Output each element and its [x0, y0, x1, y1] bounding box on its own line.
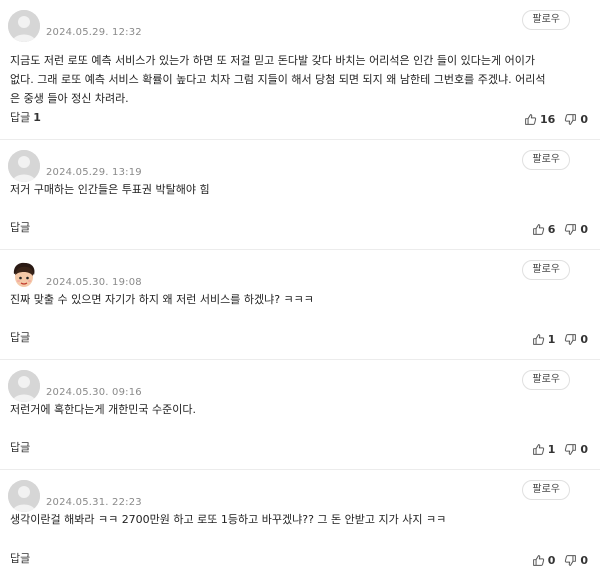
dislike-count: 0 [580, 554, 588, 567]
dislike-count: 0 [580, 113, 588, 126]
like-button[interactable]: 6 [532, 223, 556, 236]
like-button[interactable]: 1 [532, 443, 556, 456]
vote-group: 16 0 [524, 113, 588, 126]
dislike-count: 0 [580, 333, 588, 346]
comment-timestamp: 2024.05.30. 09:16 [46, 387, 142, 398]
thumbs-up-icon [532, 555, 544, 566]
dislike-button[interactable]: 0 [564, 113, 588, 126]
comment-text: 저거 구매하는 인간들은 투표권 박탈해야 힘 [10, 183, 210, 196]
thumbs-down-icon [565, 555, 577, 566]
like-count: 16 [540, 113, 556, 126]
reply-button[interactable]: 답글 [10, 550, 30, 566]
like-button[interactable]: 16 [524, 113, 555, 126]
reply-button[interactable]: 답글 [10, 219, 30, 235]
default-avatar-icon[interactable] [8, 150, 40, 182]
like-button[interactable]: 0 [532, 554, 556, 567]
reply-label: 답글 [10, 221, 31, 234]
like-count: 6 [547, 223, 556, 236]
reply-button[interactable]: 답글 1 [10, 109, 41, 125]
thumbs-up-icon [532, 224, 544, 235]
comment-item: 2024.05.31. 22:23 팔로우 생각이란걸 해봐라 ㅋㅋ 2700만… [0, 470, 600, 580]
vote-group: 1 0 [532, 333, 588, 346]
follow-button[interactable]: 팔로우 [522, 10, 570, 30]
like-count: 1 [547, 333, 556, 346]
comment-item: 2024.05.29. 13:19 팔로우 저거 구매하는 인간들은 투표권 박… [0, 140, 600, 250]
reply-label: 답글 [10, 111, 31, 124]
dislike-button[interactable]: 0 [564, 333, 588, 346]
follow-button[interactable]: 팔로우 [522, 370, 570, 390]
thumbs-up-icon [525, 114, 537, 125]
comment-list: 2024.05.29. 12:32 팔로우 지금도 저런 로또 예측 서비스가 … [0, 0, 600, 580]
comment-text: 진짜 맞출 수 있으면 자기가 하지 왜 저런 서비스를 하겠냐? ㅋㅋㅋ [10, 293, 314, 306]
follow-button[interactable]: 팔로우 [522, 480, 570, 500]
thumbs-up-icon [532, 334, 544, 345]
like-count: 1 [547, 443, 556, 456]
default-avatar-icon[interactable] [8, 480, 40, 512]
dislike-button[interactable]: 0 [564, 223, 588, 236]
comment-item: 2024.05.30. 19:08 팔로우 진짜 맞출 수 있으면 자기가 하지… [0, 250, 600, 360]
comment-item: 2024.05.29. 12:32 팔로우 지금도 저런 로또 예측 서비스가 … [0, 0, 600, 140]
thumbs-down-icon [565, 114, 577, 125]
reply-button[interactable]: 답글 [10, 329, 30, 345]
vote-group: 1 0 [532, 443, 588, 456]
like-button[interactable]: 1 [532, 333, 556, 346]
comment-timestamp: 2024.05.29. 13:19 [46, 167, 142, 178]
dislike-count: 0 [580, 443, 588, 456]
comment-item: 2024.05.30. 09:16 팔로우 저런거에 혹한다는게 개한민국 수준… [0, 360, 600, 470]
thumbs-down-icon [565, 334, 577, 345]
dislike-count: 0 [580, 223, 588, 236]
comment-timestamp: 2024.05.30. 19:08 [46, 277, 142, 288]
vote-group: 6 0 [532, 223, 588, 236]
comment-timestamp: 2024.05.29. 12:32 [46, 27, 142, 38]
thumbs-down-icon [565, 224, 577, 235]
comment-text: 지금도 저런 로또 예측 서비스가 있는가 하면 또 저걸 믿고 돈다발 갖다 … [10, 54, 546, 105]
reply-label: 답글 [10, 331, 31, 344]
follow-button[interactable]: 팔로우 [522, 150, 570, 170]
reply-button[interactable]: 답글 [10, 439, 30, 455]
default-avatar-icon[interactable] [8, 370, 40, 402]
default-avatar-icon[interactable] [8, 10, 40, 42]
character-avatar-icon[interactable] [8, 260, 40, 292]
reply-count: 1 [33, 111, 41, 124]
reply-label: 답글 [10, 441, 31, 454]
comment-text: 생각이란걸 해봐라 ㅋㅋ 2700만원 하고 로또 1등하고 바꾸겠냐?? 그 … [10, 513, 447, 526]
follow-button[interactable]: 팔로우 [522, 260, 570, 280]
dislike-button[interactable]: 0 [564, 554, 588, 567]
reply-label: 답글 [10, 552, 31, 565]
comment-timestamp: 2024.05.31. 22:23 [46, 497, 142, 508]
comment-text: 저런거에 혹한다는게 개한민국 수준이다. [10, 403, 197, 416]
dislike-button[interactable]: 0 [564, 443, 588, 456]
thumbs-down-icon [565, 444, 577, 455]
thumbs-up-icon [532, 444, 544, 455]
vote-group: 0 0 [532, 554, 588, 567]
like-count: 0 [547, 554, 556, 567]
